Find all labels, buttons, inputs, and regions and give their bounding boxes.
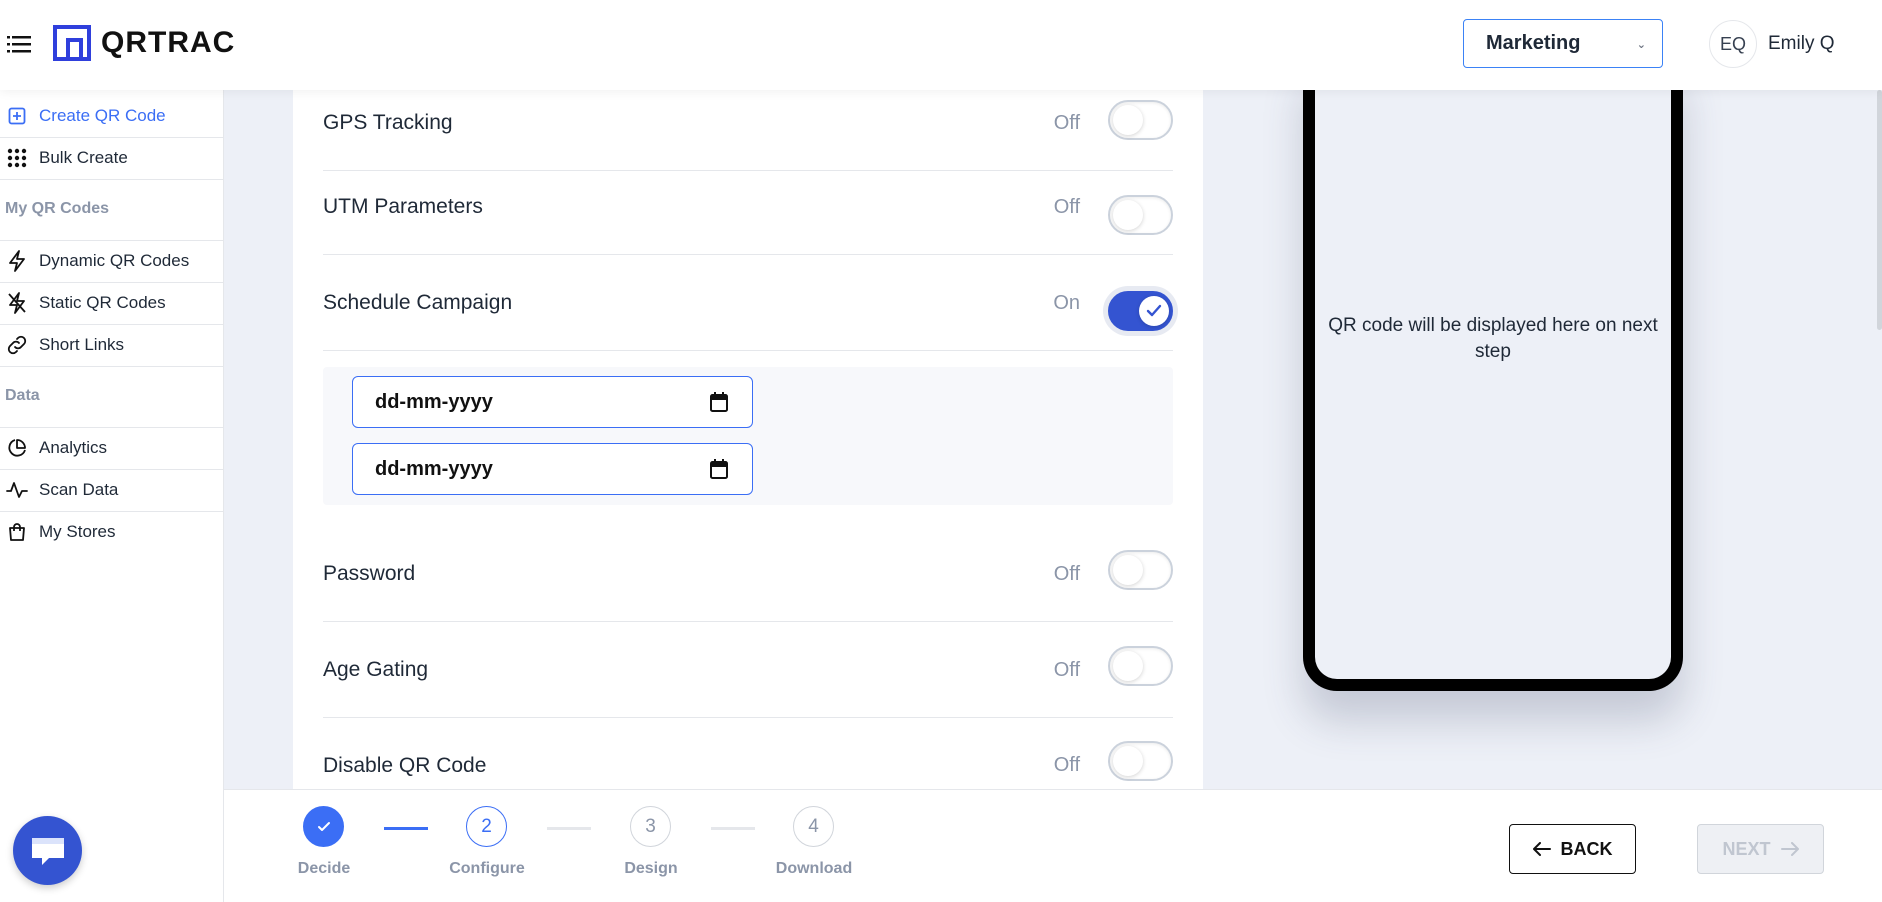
sidebar-item-label: Short Links [39, 335, 125, 354]
check-icon [317, 821, 330, 831]
lightning-off-icon [6, 292, 28, 314]
step-label: Download [775, 860, 853, 877]
setting-row-gps-tracking: GPS Tracking Off [323, 76, 1173, 171]
setting-state: Off [1053, 111, 1080, 134]
chat-icon [31, 837, 64, 865]
menu-icon[interactable] [6, 32, 32, 56]
toggle-knob [1113, 651, 1143, 681]
setting-row-utm-parameters: UTM Parameters Off [323, 160, 1173, 255]
setting-state: Off [1053, 658, 1080, 681]
plus-square-icon [6, 105, 28, 127]
setting-label: GPS Tracking [323, 111, 453, 134]
user-name[interactable]: Emily Q [1768, 33, 1835, 55]
workspace-select[interactable]: Marketing ⌄ [1463, 19, 1663, 68]
setting-label: Age Gating [323, 658, 429, 681]
toggle-knob [1113, 200, 1143, 230]
step-label: Design [624, 860, 678, 877]
qr-preview-placeholder: QR code will be displayed here on next s… [1328, 315, 1658, 362]
step-connector [711, 827, 755, 830]
disable-qr-code-toggle[interactable] [1108, 741, 1173, 781]
end-date-input[interactable]: dd-mm-yyyy [352, 443, 753, 495]
step-4-download[interactable]: 4 [793, 806, 834, 847]
section-my-qr-codes: My QR Codes [5, 200, 110, 217]
password-toggle[interactable] [1108, 550, 1173, 590]
back-button-label: BACK [1560, 838, 1613, 859]
step-label: Configure [449, 860, 525, 877]
schedule-campaign-toggle[interactable] [1108, 291, 1173, 331]
sidebar-item-static-qr-codes[interactable]: Static QR Codes [0, 282, 223, 324]
section-data: Data [5, 387, 40, 404]
arrow-right-icon [1780, 842, 1799, 856]
age-gating-toggle[interactable] [1108, 646, 1173, 686]
calendar-icon[interactable] [710, 459, 728, 479]
sidebar-item-bulk-create[interactable]: Bulk Create [0, 137, 223, 179]
sidebar-item-scan-data[interactable]: Scan Data [0, 469, 223, 511]
step-connector [547, 827, 591, 830]
app-name: QRTRAC [101, 26, 236, 59]
check-icon [1146, 304, 1162, 317]
scrollbar[interactable] [1877, 90, 1882, 330]
workspace-value: Marketing [1486, 32, 1581, 54]
start-date-placeholder: dd-mm-yyyy [375, 390, 493, 413]
avatar[interactable]: EQ [1709, 20, 1757, 68]
top-header: QRTRAC Marketing ⌄ EQ Emily Q [0, 0, 1882, 90]
app-logo[interactable]: QRTRAC [53, 25, 235, 61]
shopping-bag-icon [6, 521, 28, 543]
toggle-knob [1139, 296, 1169, 326]
divider [0, 179, 223, 180]
setting-row-password: Password Off [323, 527, 1173, 622]
step-1-decide[interactable] [303, 806, 344, 847]
sidebar-item-label: Analytics [39, 438, 108, 457]
pie-chart-icon [6, 437, 28, 459]
step-2-configure[interactable]: 2 [466, 806, 507, 847]
setting-label: Schedule Campaign [323, 291, 513, 314]
setting-state: On [1053, 291, 1080, 314]
divider [0, 366, 223, 367]
step-connector [384, 827, 428, 830]
activity-icon [6, 479, 28, 501]
setting-row-age-gating: Age Gating Off [323, 623, 1173, 718]
next-button[interactable]: NEXT [1697, 824, 1824, 874]
sidebar-item-create-qr-code[interactable]: Create QR Code [0, 95, 223, 137]
sidebar-item-dynamic-qr-codes[interactable]: Dynamic QR Codes [0, 240, 223, 282]
chat-button[interactable] [13, 816, 82, 885]
arrow-left-icon [1532, 842, 1551, 856]
toggle-knob [1113, 555, 1143, 585]
gps-tracking-toggle[interactable] [1108, 100, 1173, 140]
logo-icon [53, 25, 91, 61]
phone-preview [1303, 60, 1683, 691]
sidebar-item-label: Bulk Create [39, 148, 128, 167]
setting-row-schedule-campaign: Schedule Campaign On [323, 256, 1173, 351]
calendar-icon[interactable] [710, 392, 728, 412]
toggle-knob [1113, 746, 1143, 776]
sidebar-item-label: My Stores [39, 522, 116, 541]
setting-state: Off [1053, 562, 1080, 585]
utm-parameters-toggle[interactable] [1108, 195, 1173, 235]
start-date-input[interactable]: dd-mm-yyyy [352, 376, 753, 428]
lightning-icon [6, 250, 28, 272]
grid-dots-icon [6, 147, 28, 169]
sidebar-item-my-stores[interactable]: My Stores [0, 511, 223, 553]
sidebar-item-label: Static QR Codes [39, 293, 166, 312]
chevron-down-icon: ⌄ [1636, 39, 1646, 51]
sidebar-item-label: Dynamic QR Codes [39, 251, 190, 270]
back-button[interactable]: BACK [1509, 824, 1636, 874]
next-button-label: NEXT [1722, 838, 1771, 859]
setting-state: Off [1053, 195, 1080, 218]
sidebar-item-short-links[interactable]: Short Links [0, 324, 223, 366]
link-icon [6, 334, 28, 356]
toggle-knob [1113, 105, 1143, 135]
sidebar-item-analytics[interactable]: Analytics [0, 427, 223, 469]
step-3-design[interactable]: 3 [630, 806, 671, 847]
step-label: Decide [297, 860, 351, 877]
setting-label: UTM Parameters [323, 195, 483, 218]
setting-label: Password [323, 562, 416, 585]
end-date-placeholder: dd-mm-yyyy [375, 457, 493, 480]
sidebar-item-label: Scan Data [39, 480, 119, 499]
sidebar-item-label: Create QR Code [39, 106, 166, 125]
